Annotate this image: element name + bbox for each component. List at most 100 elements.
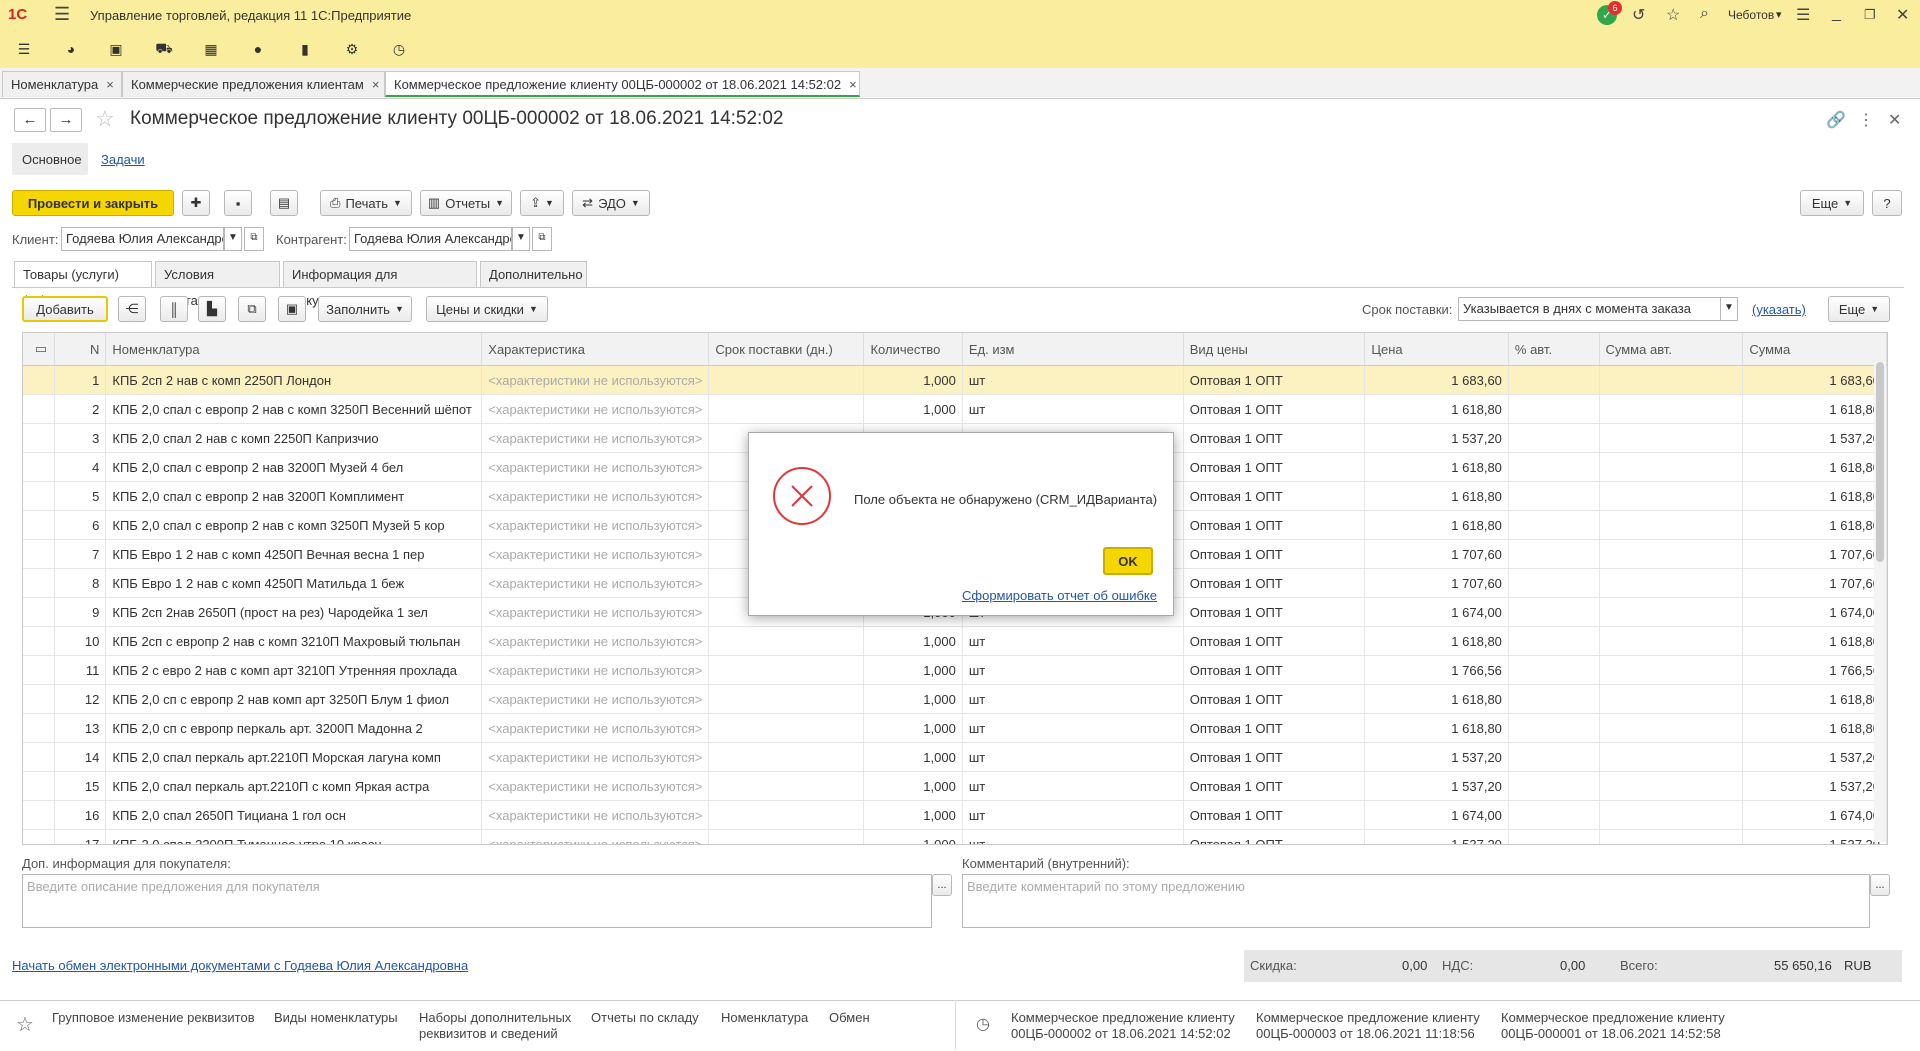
table-scrollbar[interactable] bbox=[1874, 362, 1886, 842]
settings-menu-icon[interactable]: ☰ bbox=[1796, 5, 1810, 25]
bag-icon[interactable]: ▣ bbox=[106, 39, 126, 59]
buyer-info-expand-button[interactable]: ... bbox=[932, 874, 952, 896]
table-scrollbar-thumb[interactable] bbox=[1876, 362, 1884, 562]
delivery-term-dropdown-icon[interactable]: ▼ bbox=[1720, 297, 1738, 321]
table-row[interactable]: 16 КПБ 2,0 спал 2650П Тициана 1 гол осн <х… bbox=[23, 800, 1887, 830]
client-open-icon[interactable]: ⧉ bbox=[244, 227, 264, 251]
tab-delivery-conditions[interactable]: Условия поставки bbox=[155, 261, 280, 308]
row-auto-percent[interactable] bbox=[1508, 539, 1600, 569]
row-characteristic[interactable]: <характеристики не используются> bbox=[481, 713, 710, 743]
barcode-icon[interactable]: ║ bbox=[160, 296, 188, 322]
row-name[interactable]: КПБ 2,0 спал с европр 2 нав с комп 3250П… bbox=[105, 394, 483, 424]
row-characteristic[interactable]: <характеристики не используются> bbox=[481, 394, 710, 424]
col-unit[interactable]: Ед. изм bbox=[962, 333, 1184, 366]
row-name[interactable]: КПБ 2,0 сп с европр перкаль арт. 3200П М… bbox=[105, 713, 483, 743]
row-price-type[interactable]: Оптовая 1 ОПТ bbox=[1183, 597, 1366, 627]
prices-discounts-button[interactable]: Цены и скидки ▼ bbox=[426, 296, 548, 322]
row-price[interactable]: 1 618,80 bbox=[1364, 713, 1509, 743]
row-price-type[interactable]: Оптовая 1 ОПТ bbox=[1183, 539, 1366, 569]
row-price-type[interactable]: Оптовая 1 ОПТ bbox=[1183, 423, 1366, 453]
tab-additional[interactable]: Дополнительно bbox=[480, 261, 587, 287]
row-price[interactable]: 1 618,80 bbox=[1364, 394, 1509, 424]
history-item-1[interactable]: Коммерческое предложение клиенту 00ЦБ-000… bbox=[1011, 1010, 1235, 1042]
row-number[interactable]: 14 bbox=[54, 742, 107, 772]
row-number[interactable]: 13 bbox=[54, 713, 107, 743]
col-auto-percent[interactable]: % авт. bbox=[1508, 333, 1600, 366]
row-price[interactable]: 1 707,60 bbox=[1364, 568, 1509, 598]
minimize-icon[interactable]: _ bbox=[1832, 5, 1841, 23]
row-auto-percent[interactable] bbox=[1508, 481, 1600, 511]
row-auto-sum[interactable] bbox=[1599, 394, 1744, 424]
row-name[interactable]: КПБ Евро 1 2 нав с комп 4250П Матильда 1… bbox=[105, 568, 483, 598]
footer-link-exchange[interactable]: Обмен bbox=[829, 1010, 870, 1026]
row-auto-sum[interactable] bbox=[1599, 771, 1744, 801]
row-unit[interactable]: шт bbox=[962, 742, 1184, 772]
close-tab-icon[interactable]: × bbox=[372, 77, 380, 92]
row-price[interactable]: 1 537,20 bbox=[1364, 771, 1509, 801]
row-marker[interactable] bbox=[23, 481, 56, 511]
col-n[interactable]: N bbox=[54, 333, 107, 366]
clock-icon[interactable]: ◷ bbox=[389, 39, 409, 59]
row-price[interactable]: 1 674,00 bbox=[1364, 800, 1509, 830]
row-price-type[interactable]: Оптовая 1 ОПТ bbox=[1183, 800, 1366, 830]
row-auto-percent[interactable] bbox=[1508, 365, 1600, 395]
row-marker[interactable] bbox=[23, 539, 56, 569]
row-sum[interactable]: 1 674,00 bbox=[1742, 800, 1887, 830]
row-auto-sum[interactable] bbox=[1599, 452, 1744, 482]
error-report-link[interactable]: Сформировать отчет об ошибке bbox=[962, 588, 1157, 603]
row-sum[interactable]: 1 707,60 bbox=[1742, 539, 1887, 569]
close-window-icon[interactable]: ✕ bbox=[1896, 5, 1909, 25]
row-sum[interactable]: 1 618,80 bbox=[1742, 510, 1887, 540]
save-icon[interactable]: ▪ bbox=[224, 190, 252, 216]
row-auto-percent[interactable] bbox=[1508, 713, 1600, 743]
row-sum[interactable]: 1 674,00 bbox=[1742, 597, 1887, 627]
row-name[interactable]: КПБ 2,0 спал перкаль арт.2210П с комп Яр… bbox=[105, 771, 483, 801]
row-name[interactable]: КПБ 2сп 2 нав с комп 2250П Лондон bbox=[105, 365, 483, 395]
row-marker[interactable] bbox=[23, 684, 56, 714]
row-characteristic[interactable]: <характеристики не используются> bbox=[481, 481, 710, 511]
footer-link-additional-attributes[interactable]: Наборы дополнительных реквизитов и сведе… bbox=[419, 1010, 584, 1042]
row-unit[interactable]: шт bbox=[962, 684, 1184, 714]
table-row[interactable]: 1 КПБ 2сп 2 нав с комп 2250П Лондон <харак… bbox=[23, 365, 1887, 395]
row-auto-percent[interactable] bbox=[1508, 800, 1600, 830]
row-name[interactable]: КПБ 2,0 сп с европр 2 нав комп арт 3250П… bbox=[105, 684, 483, 714]
row-auto-percent[interactable] bbox=[1508, 626, 1600, 656]
row-marker[interactable] bbox=[23, 800, 56, 830]
row-auto-sum[interactable] bbox=[1599, 539, 1744, 569]
main-menu-icon[interactable]: ☰ bbox=[14, 39, 34, 59]
row-name[interactable]: КПБ 2,0 спал перкаль арт.2210П Морская л… bbox=[105, 742, 483, 772]
row-auto-percent[interactable] bbox=[1508, 684, 1600, 714]
row-auto-sum[interactable] bbox=[1599, 684, 1744, 714]
row-number[interactable]: 15 bbox=[54, 771, 107, 801]
section-tasks[interactable]: Задачи bbox=[101, 152, 145, 167]
close-form-icon[interactable]: ✕ bbox=[1888, 110, 1901, 130]
menu-icon[interactable]: ☰ bbox=[54, 4, 70, 25]
row-sum[interactable]: 1 618,80 bbox=[1742, 684, 1887, 714]
row-price-type[interactable]: Оптовая 1 ОПТ bbox=[1183, 481, 1366, 511]
row-price[interactable]: 1 618,80 bbox=[1364, 481, 1509, 511]
col-quantity[interactable]: Количество bbox=[863, 333, 963, 366]
table-row[interactable]: 2 КПБ 2,0 спал с европр 2 нав с комп 3250… bbox=[23, 394, 1887, 424]
client-dropdown-icon[interactable]: ▼ bbox=[224, 227, 242, 251]
history-item-2[interactable]: Коммерческое предложение клиенту 00ЦБ-000… bbox=[1256, 1010, 1480, 1042]
row-quantity[interactable]: 1,000 bbox=[863, 394, 963, 424]
specify-link[interactable]: (указать) bbox=[1752, 302, 1806, 317]
row-marker[interactable] bbox=[23, 568, 56, 598]
row-characteristic[interactable]: <характеристики не используются> bbox=[481, 771, 710, 801]
warehouse-icon[interactable]: ▦ bbox=[201, 39, 221, 59]
pick-goods-icon[interactable]: ▙ bbox=[198, 296, 226, 322]
row-name[interactable]: КПБ 2,0 спал с европр 2 нав 3200П Музей … bbox=[105, 452, 483, 482]
row-sum[interactable]: 1 537,20 bbox=[1742, 829, 1887, 844]
col-characteristic[interactable]: Характеристика bbox=[481, 333, 710, 366]
row-price[interactable]: 1 537,20 bbox=[1364, 423, 1509, 453]
row-auto-percent[interactable] bbox=[1508, 452, 1600, 482]
back-button[interactable]: ← bbox=[14, 108, 46, 132]
row-characteristic[interactable]: <характеристики не используются> bbox=[481, 423, 710, 453]
row-auto-sum[interactable] bbox=[1599, 713, 1744, 743]
col-comment-icon[interactable]: ▭ bbox=[23, 333, 56, 366]
row-quantity[interactable]: 1,000 bbox=[863, 684, 963, 714]
row-characteristic[interactable]: <характеристики не используются> bbox=[481, 365, 710, 395]
table-row[interactable]: 12 КПБ 2,0 сп с европр 2 нав комп арт 325… bbox=[23, 684, 1887, 714]
row-marker[interactable] bbox=[23, 365, 56, 395]
row-price[interactable]: 1 618,80 bbox=[1364, 510, 1509, 540]
